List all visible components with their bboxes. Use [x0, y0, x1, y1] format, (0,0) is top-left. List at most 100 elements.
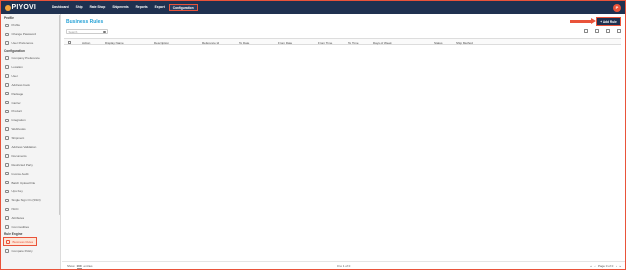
- sidebar-item-ups-key[interactable]: Ups Key: [1, 187, 60, 196]
- col-reference-id[interactable]: Reference Id: [202, 41, 219, 45]
- page-size-select[interactable]: 100: [76, 264, 82, 269]
- sidebar-item-sso[interactable]: Single Sign On (SSO): [1, 196, 60, 205]
- sidebar-item-batch-upload-file[interactable]: Batch Upload File: [1, 178, 60, 187]
- col-from-time[interactable]: From Time: [318, 41, 332, 45]
- integration-icon: [5, 118, 9, 123]
- sidebar-item-company-preference[interactable]: Company Preference: [1, 54, 60, 63]
- sidebar-item-profile[interactable]: Profile: [1, 21, 60, 30]
- sidebar-item-label: Compare Policy: [11, 248, 33, 253]
- col-status[interactable]: Status: [434, 41, 443, 45]
- commodities-icon: [5, 225, 9, 229]
- sidebar-item-webhooks[interactable]: Webhooks: [1, 125, 60, 134]
- prev-page-icon[interactable]: ‹: [594, 264, 595, 268]
- export-icon[interactable]: [606, 29, 610, 33]
- next-page-icon[interactable]: ›: [616, 264, 617, 268]
- sidebar-scrollbar[interactable]: [58, 15, 60, 215]
- sidebar-item-product[interactable]: Product: [1, 107, 60, 116]
- sidebar-item-label: Single Sign On (SSO): [11, 198, 41, 203]
- nav-shipments[interactable]: Shipments: [109, 4, 131, 11]
- top-nav-bar: PIYOVI Dashboard Ship Rate Shop Shipment…: [1, 1, 625, 14]
- add-rule-button[interactable]: + Add Rule: [596, 17, 621, 26]
- nav-configuration[interactable]: Configuration: [168, 4, 198, 11]
- sidebar-item-label: Shipment: [11, 136, 25, 141]
- webhook-icon: [5, 127, 9, 131]
- sidebar-item-label: Commodities: [11, 225, 30, 230]
- sidebar-item-carrier[interactable]: Carrier: [1, 98, 60, 107]
- main-nav: Dashboard Ship Rate Shop Shipments Repor…: [49, 4, 199, 11]
- sidebar-item-label: Business Rules: [12, 239, 34, 244]
- col-ship-method[interactable]: Ship Method: [456, 41, 473, 45]
- users-icon: [5, 74, 9, 78]
- pagination: « ‹ Page 0 of 0 › »: [590, 264, 621, 268]
- nav-export[interactable]: Export: [152, 4, 168, 11]
- search-input[interactable]: Search: [66, 29, 108, 34]
- sidebar-item-label: Profile: [11, 23, 21, 28]
- select-all-checkbox[interactable]: [68, 40, 71, 44]
- sidebar-item-iscc[interactable]: ISCC: [1, 205, 60, 214]
- nav-rate-shop[interactable]: Rate Shop: [87, 4, 109, 11]
- sidebar-item-attributes[interactable]: Attributes: [1, 214, 60, 223]
- sidebar-item-label: Restricted Party: [11, 162, 33, 167]
- user-avatar[interactable]: P: [613, 3, 621, 12]
- sidebar-item-user[interactable]: User: [1, 71, 60, 80]
- sidebar-item-label: Carrier: [11, 100, 21, 105]
- table-header: Action Display Name Description Referenc…: [64, 38, 621, 45]
- company-icon: [5, 56, 9, 60]
- search-placeholder: Search: [68, 30, 78, 34]
- rules-icon: [6, 240, 10, 244]
- main-content: Business Rules + Add Rule Search Action …: [62, 14, 625, 269]
- col-days-of-week[interactable]: Days of Week: [373, 41, 392, 45]
- preference-icon: [5, 41, 9, 45]
- sidebar-item-address-book[interactable]: Address book: [1, 80, 60, 89]
- sidebar-item-address-validation[interactable]: Address Validation: [1, 143, 60, 152]
- sidebar-item-invoice-audit[interactable]: Invoice Audit: [1, 169, 60, 178]
- sidebar-item-commodities[interactable]: Commodities: [1, 223, 60, 232]
- sidebar-item-label: User: [11, 73, 18, 78]
- sidebar-item-restricted-party[interactable]: Restricted Party: [1, 160, 60, 169]
- show-label: Show: [67, 264, 75, 268]
- user-icon: [5, 23, 9, 28]
- sidebar-item-label: Address book: [11, 82, 30, 87]
- app-window: PIYOVI Dashboard Ship Rate Shop Shipment…: [1, 1, 625, 269]
- view-icon[interactable]: [584, 29, 588, 33]
- sidebar-item-change-password[interactable]: Change Password: [1, 30, 60, 39]
- col-display-name[interactable]: Display Name: [105, 41, 124, 45]
- col-to-date[interactable]: To Date: [239, 41, 249, 45]
- sidebar-item-label: Product: [11, 109, 22, 114]
- annotation-arrow: [570, 18, 596, 24]
- logo-mark-icon: [5, 4, 11, 11]
- sidebar-item-label: User Preference: [11, 41, 34, 46]
- sidebar-item-shipment[interactable]: Shipment: [1, 134, 60, 143]
- nav-ship[interactable]: Ship: [73, 4, 86, 11]
- product-icon: [5, 109, 9, 114]
- package-icon: [5, 91, 9, 96]
- sidebar-item-label: Integration: [11, 118, 26, 123]
- sidebar-item-location[interactable]: Location: [1, 63, 60, 72]
- refresh-icon[interactable]: [617, 29, 621, 33]
- delete-icon[interactable]: [595, 29, 599, 33]
- col-description[interactable]: Description: [154, 41, 169, 45]
- sidebar-item-user-preference[interactable]: User Preference: [1, 39, 60, 48]
- col-to-time[interactable]: To Time: [348, 41, 359, 45]
- sidebar-item-label: Batch Upload File: [11, 180, 36, 185]
- compare-icon: [5, 249, 9, 253]
- entries-label: entries: [83, 264, 93, 268]
- upload-icon: [5, 180, 9, 185]
- shipment-icon: [5, 136, 9, 140]
- nav-dashboard[interactable]: Dashboard: [49, 4, 72, 11]
- sidebar-item-label: Ups Key: [11, 189, 23, 194]
- first-page-icon[interactable]: «: [590, 264, 592, 268]
- restricted-icon: [5, 163, 9, 167]
- sso-key-icon: [5, 198, 9, 203]
- col-action[interactable]: Action: [82, 41, 90, 45]
- sidebar-item-integration[interactable]: Integration: [1, 116, 60, 125]
- piyovi-logo[interactable]: PIYOVI: [5, 3, 36, 12]
- nav-reports[interactable]: Reports: [133, 4, 151, 11]
- sidebar-item-package[interactable]: Package: [1, 89, 60, 98]
- sidebar-item-business-rules[interactable]: Business Rules: [3, 237, 37, 247]
- col-from-date[interactable]: From Date: [278, 41, 292, 45]
- sidebar-item-documents[interactable]: Documents: [1, 151, 60, 160]
- last-page-icon[interactable]: »: [619, 264, 621, 268]
- invoice-icon: [5, 171, 9, 176]
- sidebar-item-compare-policy[interactable]: Compare Policy: [1, 246, 60, 255]
